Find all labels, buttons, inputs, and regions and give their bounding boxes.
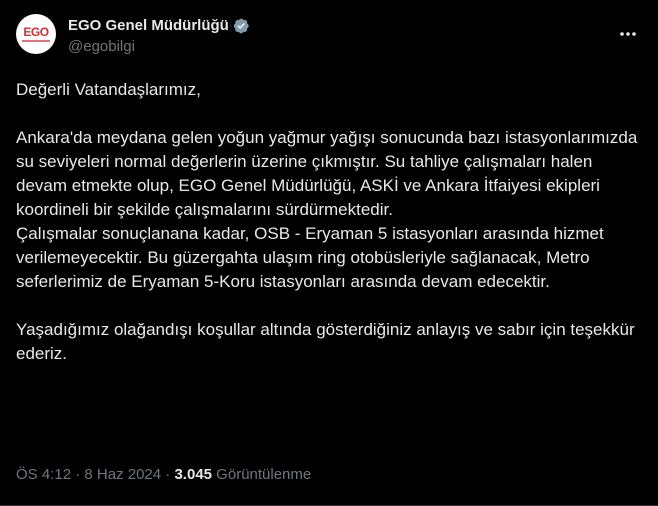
more-options-button[interactable] bbox=[614, 20, 642, 48]
tweet-meta: ÖS 4:12 · 8 Haz 2024 · 3.045 Görüntülenm… bbox=[16, 465, 311, 485]
meta-separator: · bbox=[161, 466, 175, 483]
display-name-row: EGO Genel Müdürlüğü bbox=[68, 16, 250, 36]
verified-badge-icon bbox=[233, 18, 249, 34]
views-count: 3.045 bbox=[174, 466, 213, 483]
views-label: Görüntülenme bbox=[212, 466, 312, 483]
avatar-logo-text: EGO bbox=[23, 25, 49, 39]
tweet-text: Değerli Vatandaşlarımız, Ankara'da meyda… bbox=[16, 78, 642, 366]
handle[interactable]: @egobilgi bbox=[68, 37, 250, 57]
tweet-header: EGO EGO Genel Müdürlüğü @egobilgi bbox=[16, 14, 642, 60]
meta-separator: · bbox=[71, 466, 85, 483]
tweet-paragraph-thanks: Yaşadığımız olağandışı koşullar altında … bbox=[16, 320, 635, 363]
tweet-paragraph-greeting: Değerli Vatandaşlarımız, bbox=[16, 80, 201, 99]
author-names: EGO Genel Müdürlüğü @egobilgi bbox=[68, 16, 250, 57]
tweet-paragraph-main: Ankara'da meydana gelen yoğun yağmur yağ… bbox=[16, 128, 638, 291]
tweet-date[interactable]: 8 Haz 2024 bbox=[84, 466, 161, 483]
more-options-icon bbox=[620, 32, 636, 36]
avatar-logo-underline bbox=[22, 40, 50, 42]
display-name[interactable]: EGO Genel Müdürlüğü bbox=[68, 16, 229, 36]
tweet: EGO EGO Genel Müdürlüğü @egobilgi Değerl… bbox=[0, 0, 658, 506]
avatar[interactable]: EGO bbox=[16, 14, 56, 54]
tweet-time[interactable]: ÖS 4:12 bbox=[16, 466, 71, 483]
